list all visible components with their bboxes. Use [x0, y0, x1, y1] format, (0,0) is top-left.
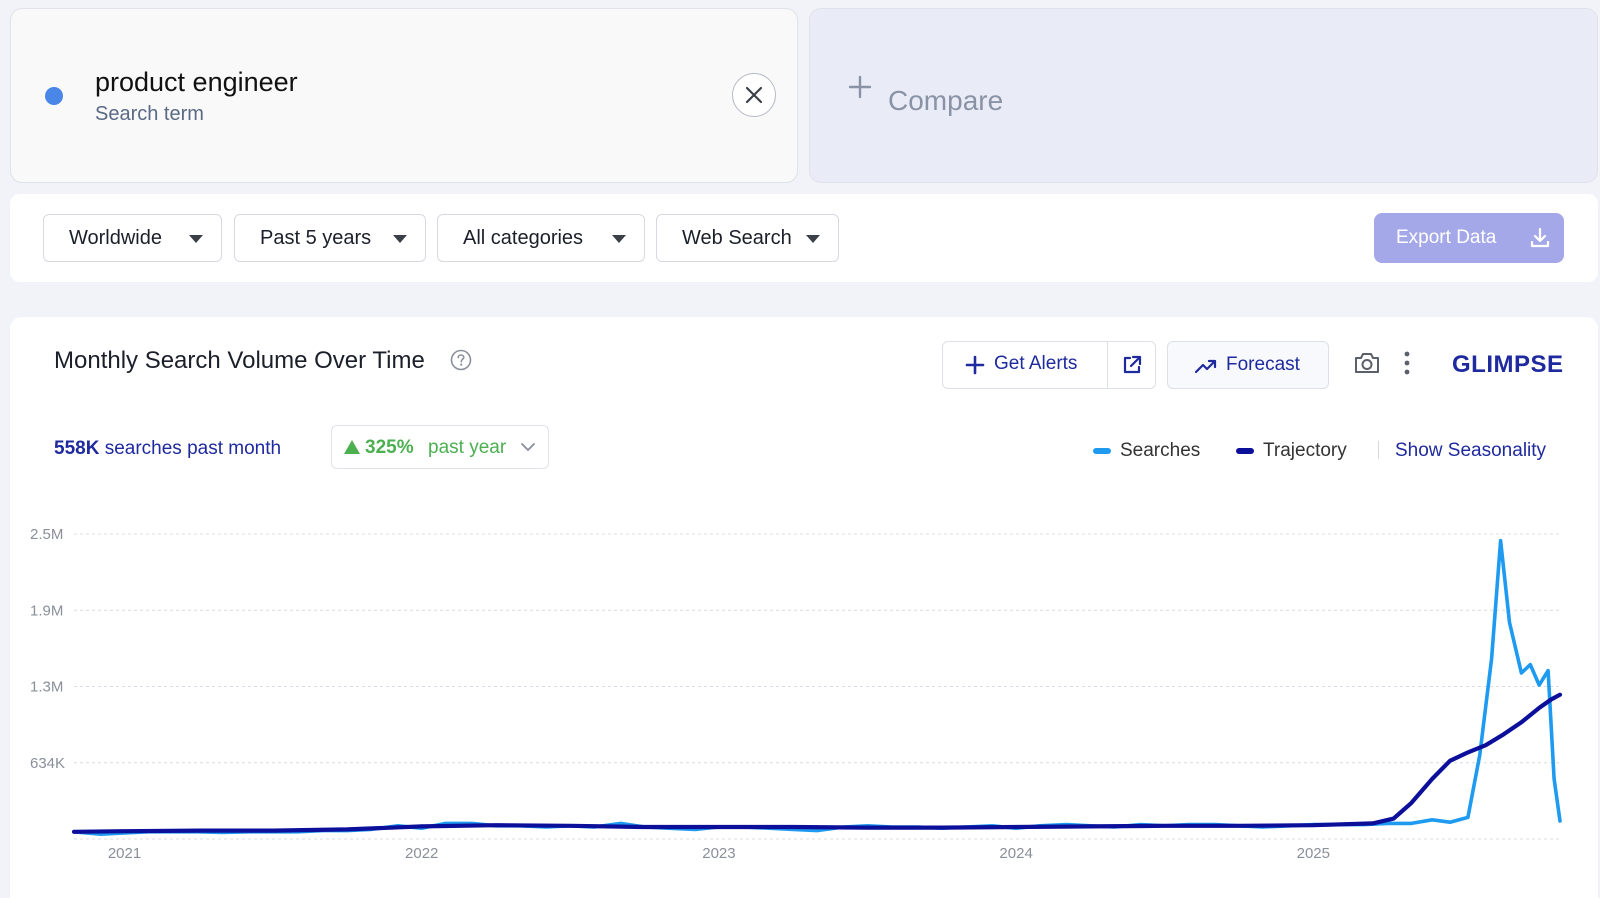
y-tick-label: 1.9M [30, 602, 63, 619]
y-tick-label: 1.3M [30, 679, 63, 696]
remove-term-button[interactable] [732, 73, 776, 117]
caret-down-icon [393, 235, 407, 243]
compare-card[interactable]: Compare [809, 8, 1598, 183]
caret-down-icon [612, 235, 626, 243]
period-dropdown[interactable]: Past 5 years [234, 214, 426, 262]
location-dropdown[interactable]: Worldwide [43, 214, 222, 262]
plus-icon [848, 75, 872, 99]
y-tick-label: 634K [30, 755, 65, 772]
search-term-card: product engineer Search term [10, 8, 798, 183]
x-tick-label: 2025 [1297, 845, 1330, 862]
y-tick-label: 2.5M [30, 526, 63, 543]
caret-down-icon [806, 235, 820, 243]
x-tick-label: 2023 [702, 845, 735, 862]
download-icon [1530, 227, 1550, 248]
x-tick-label: 2022 [405, 845, 438, 862]
period-value: Past 5 years [260, 226, 372, 249]
location-value: Worldwide [69, 226, 162, 249]
close-icon [745, 86, 763, 104]
search-volume-chart: 634K 1.3M 1.9M 2.5M 2021 2022 2023 2024 2025 [30, 526, 1563, 862]
searches-series-line [72, 538, 1562, 837]
category-value: All categories [463, 226, 584, 249]
term-name: product engineer [95, 67, 298, 97]
chart-panel: Monthly Search Volume Over Time Get Aler… [10, 317, 1598, 898]
export-data-button[interactable]: Export Data [1374, 213, 1564, 263]
caret-down-icon [189, 235, 203, 243]
category-dropdown[interactable]: All categories [437, 214, 645, 262]
source-dropdown[interactable]: Web Search [656, 214, 839, 262]
filter-bar: Worldwide Past 5 years All categories We… [10, 194, 1598, 282]
compare-label: Compare [888, 85, 1004, 116]
x-tick-label: 2021 [108, 845, 141, 862]
term-type: Search term [95, 103, 204, 125]
term-color-dot [45, 87, 63, 105]
x-tick-label: 2024 [999, 845, 1032, 862]
source-value: Web Search [682, 226, 792, 249]
export-label: Export Data [1396, 227, 1497, 248]
